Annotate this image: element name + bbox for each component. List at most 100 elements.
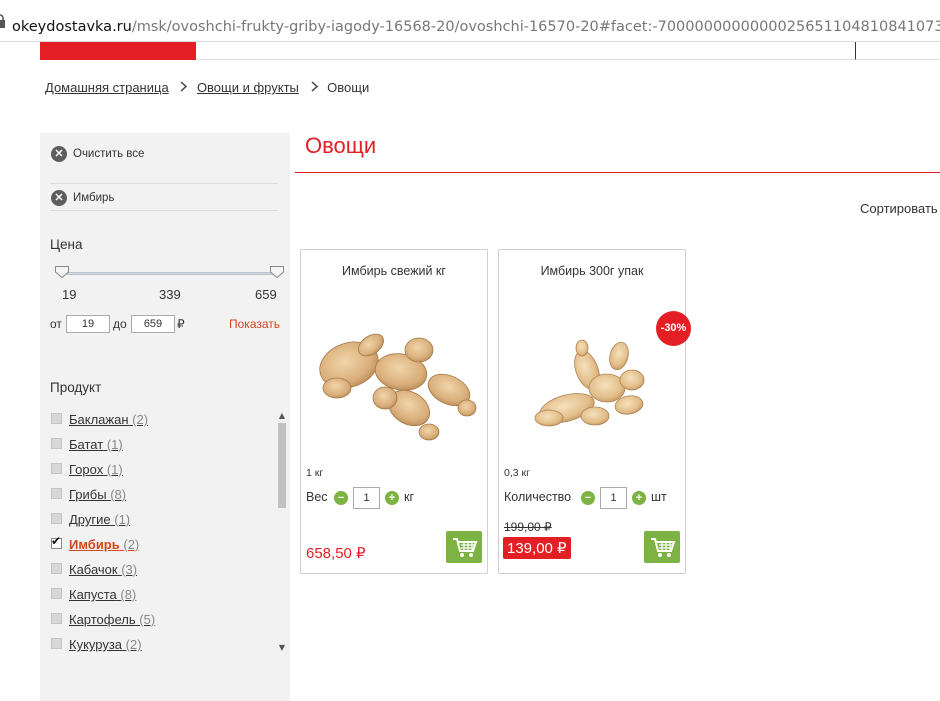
price-slider-track[interactable] <box>60 272 278 275</box>
filter-count: (1) <box>114 512 131 527</box>
product-filter-list: Баклажан (2) Батат (1) Горох (1) Грибы (… <box>50 411 275 661</box>
remove-filter-ginger[interactable]: ✕ Имбирь <box>50 180 278 214</box>
price-filter-title: Цена <box>50 237 83 252</box>
minus-circle-icon[interactable]: − <box>581 491 595 505</box>
filter-checkbox[interactable] <box>51 438 62 449</box>
filter-name: Кукуруза <box>69 637 123 652</box>
filter-link[interactable]: Другие (1) <box>69 512 130 527</box>
scroll-down-arrow-icon[interactable]: ▼ <box>277 643 287 652</box>
product-card[interactable]: Имбирь 300г упак 0,3 кг Количество − 1 +… <box>498 249 686 574</box>
filter-name: Имбирь <box>69 537 120 552</box>
price-range-inputs: от до ₽ Показать <box>50 315 288 335</box>
browser-address-bar[interactable]: okeydostavka.ru/msk/ovoshchi-frukty-grib… <box>0 0 940 42</box>
product-unit: 1 кг <box>306 467 324 479</box>
filter-link[interactable]: Имбирь (2) <box>69 537 139 552</box>
filter-link[interactable]: Баклажан (2) <box>69 412 148 427</box>
product-filter-title: Продукт <box>50 380 102 395</box>
filter-checkbox[interactable] <box>51 638 62 649</box>
filter-checkbox[interactable] <box>51 563 62 574</box>
chevron-right-icon <box>180 80 188 95</box>
quantity-input[interactable]: 1 <box>600 487 627 509</box>
cart-icon <box>453 538 478 557</box>
add-to-cart-button[interactable] <box>446 531 482 563</box>
filter-link[interactable]: Кабачок (3) <box>69 562 137 577</box>
price-tick-max: 659 <box>255 287 277 302</box>
filter-count: (5) <box>139 612 156 627</box>
scrollbar-thumb[interactable] <box>278 423 286 508</box>
filter-checkbox[interactable] <box>51 488 62 499</box>
product-name[interactable]: Имбирь 300г упак <box>499 264 685 278</box>
price-slider-max-handle[interactable] <box>270 266 284 278</box>
price-from-label: от <box>50 317 62 331</box>
breadcrumb-current: Овощи <box>327 80 370 95</box>
price-slider-min-handle[interactable] <box>55 266 69 278</box>
header-right-area <box>856 42 940 60</box>
show-price-button[interactable]: Показать <box>229 317 280 331</box>
filter-checkbox[interactable] <box>51 413 62 424</box>
filter-link[interactable]: Картофель (5) <box>69 612 155 627</box>
qty-unit: шт <box>651 490 667 504</box>
filter-link[interactable]: Кукуруза (2) <box>69 637 142 652</box>
url-domain: okeydostavka.ru <box>12 19 132 35</box>
product-price: 658,50 ₽ <box>306 545 366 562</box>
filter-count: (2) <box>125 637 142 652</box>
close-circle-icon: ✕ <box>51 190 67 206</box>
product-list-scrollbar[interactable]: ▲ ▼ <box>277 411 287 652</box>
add-to-cart-button[interactable] <box>644 531 680 563</box>
sale-price: 139,00 ₽ <box>503 537 571 559</box>
quantity-input[interactable]: 1 <box>353 487 380 509</box>
filter-sidebar: ✕ Очистить все ✕ Имбирь Цена 19 339 659 … <box>40 133 290 701</box>
scroll-up-arrow-icon[interactable]: ▲ <box>277 411 287 420</box>
filter-count: (8) <box>110 487 127 502</box>
price-min-input[interactable] <box>66 315 110 333</box>
filter-name: Горох <box>69 462 104 477</box>
breadcrumb-home[interactable]: Домашняя страница <box>45 80 169 95</box>
product-unit: 0,3 кг <box>504 467 530 479</box>
filter-checkbox-checked[interactable] <box>51 534 62 549</box>
discount-badge: -30% <box>656 311 691 346</box>
clear-all-label: Очистить все <box>73 148 145 160</box>
filter-count: (1) <box>106 437 123 452</box>
sort-label[interactable]: Сортировать <box>860 201 938 216</box>
filter-name: Грибы <box>69 487 107 502</box>
price-max-input[interactable] <box>131 315 175 333</box>
filter-name: Картофель <box>69 612 136 627</box>
filter-checkbox[interactable] <box>51 588 62 599</box>
price-to-label: до <box>113 317 127 331</box>
filter-checkbox[interactable] <box>51 463 62 474</box>
filter-link[interactable]: Грибы (8) <box>69 487 126 502</box>
title-underline <box>295 172 940 173</box>
clear-all-filters-button[interactable]: ✕ Очистить все <box>50 136 278 170</box>
plus-circle-icon[interactable]: + <box>385 491 399 505</box>
minus-circle-icon[interactable]: − <box>334 491 348 505</box>
filter-checkbox[interactable] <box>51 613 62 624</box>
old-price: 199,00 ₽ <box>504 520 552 534</box>
ginger-product-image[interactable] <box>309 310 481 450</box>
filter-name: Баклажан <box>69 412 129 427</box>
filter-count: (2) <box>132 412 149 427</box>
search-bar[interactable] <box>196 42 856 60</box>
breadcrumb-fruits-vegetables[interactable]: Овощи и фрукты <box>197 80 299 95</box>
qty-label: Количество <box>504 490 572 504</box>
filter-checkbox[interactable] <box>51 513 62 524</box>
catalog-button[interactable] <box>40 42 196 60</box>
filter-link[interactable]: Горох (1) <box>69 462 123 477</box>
product-name[interactable]: Имбирь свежий кг <box>301 264 487 278</box>
close-circle-icon: ✕ <box>51 146 67 162</box>
filter-name: Капуста <box>69 587 117 602</box>
cart-icon <box>651 538 676 557</box>
active-filter-label: Имбирь <box>73 192 115 204</box>
plus-circle-icon[interactable]: + <box>632 491 646 505</box>
divider <box>50 210 278 211</box>
filter-name: Кабачок <box>69 562 118 577</box>
ginger-product-image[interactable] <box>507 310 679 450</box>
url-text[interactable]: okeydostavka.ru/msk/ovoshchi-frukty-grib… <box>12 19 940 35</box>
filter-count: (3) <box>121 562 138 577</box>
filter-link[interactable]: Батат (1) <box>69 437 123 452</box>
url-path: /msk/ovoshchi-frukty-griby-iagody-16568-… <box>131 19 940 35</box>
product-card[interactable]: Имбирь свежий кг 1 кг Вес − 1 + кг 658,5… <box>300 249 488 574</box>
chevron-right-icon <box>311 80 318 95</box>
currency-label: ₽ <box>177 317 185 331</box>
filter-link[interactable]: Капуста (8) <box>69 587 136 602</box>
page-title: Овощи <box>305 133 377 158</box>
